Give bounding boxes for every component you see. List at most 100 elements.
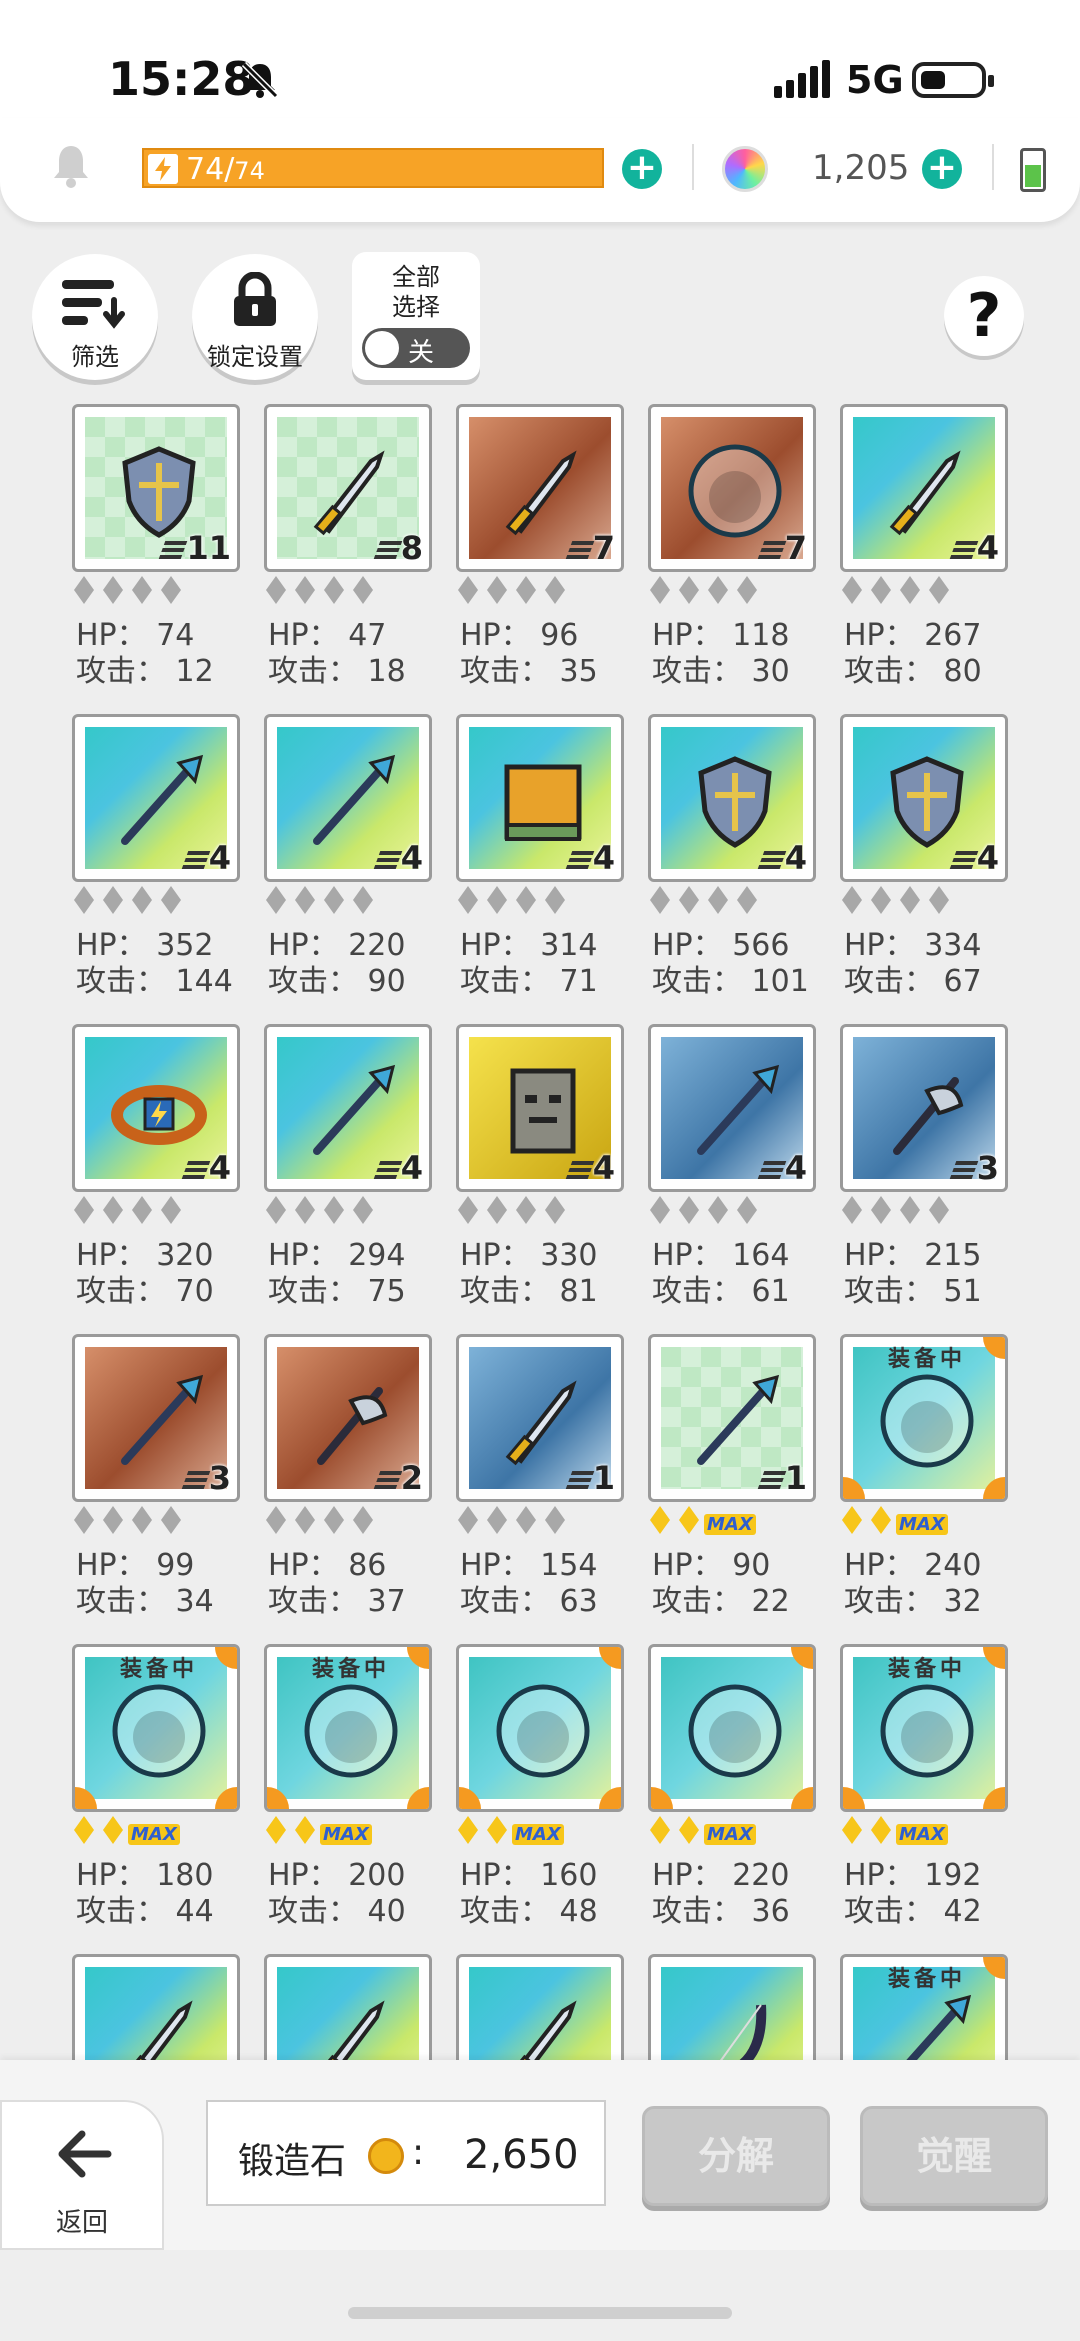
star-icon	[842, 886, 862, 914]
item-card[interactable]: 装备中 MAX HP： 240 攻击： 32	[840, 1334, 1020, 1624]
item-tile[interactable]	[648, 1644, 816, 1812]
star-icon	[132, 886, 152, 914]
item-card[interactable]: 2 HP： 86 攻击： 37	[264, 1334, 444, 1624]
item-card[interactable]: 7 HP： 96 攻击： 35	[456, 404, 636, 694]
filter-button[interactable]: 筛选	[32, 254, 158, 380]
item-tile[interactable]: 7	[456, 404, 624, 572]
back-button[interactable]: 返回	[0, 2100, 164, 2250]
item-tile[interactable]: 3	[72, 1334, 240, 1502]
item-card[interactable]	[648, 1954, 828, 2122]
item-tile[interactable]	[456, 1644, 624, 1812]
star-icon	[679, 1506, 699, 1534]
star-icon	[103, 576, 123, 604]
notification-bell-icon[interactable]	[50, 142, 92, 190]
item-card[interactable]: 装备中	[840, 1954, 1020, 2122]
belt-icon	[111, 1085, 207, 1145]
star-icon	[487, 1196, 507, 1224]
item-card[interactable]: 4 HP： 334 攻击： 67	[840, 714, 1020, 1004]
item-card[interactable]: 4 HP： 320 攻击： 70	[72, 1024, 252, 1314]
item-card[interactable]: 4 HP： 267 攻击： 80	[840, 404, 1020, 694]
star-icon	[516, 1506, 536, 1534]
add-gems-button[interactable]: +	[922, 149, 962, 189]
item-card[interactable]: 4 HP： 330 攻击： 81	[456, 1024, 636, 1314]
item-card[interactable]: 4 HP： 220 攻击： 90	[264, 714, 444, 1004]
star-icon	[324, 1196, 344, 1224]
rarity-stars	[650, 576, 766, 610]
forge-stone-label: 锻造石	[238, 2141, 347, 2182]
add-energy-button[interactable]: +	[622, 149, 662, 189]
item-tile[interactable]: 4	[456, 714, 624, 882]
item-tile[interactable]: 4	[72, 1024, 240, 1192]
star-icon	[132, 1506, 152, 1534]
forge-stone-counter: 锻造石 : 2,650	[206, 2100, 606, 2206]
star-icon	[353, 886, 373, 914]
item-card[interactable]: 8 HP： 47 攻击： 18	[264, 404, 444, 694]
item-tile[interactable]: 11	[72, 404, 240, 572]
home-indicator[interactable]	[348, 2307, 732, 2319]
item-tile[interactable]: 4	[72, 714, 240, 882]
gem-icon	[722, 146, 768, 192]
item-tile[interactable]: 7	[648, 404, 816, 572]
star-icon	[842, 1506, 862, 1534]
star-icon	[650, 1196, 670, 1224]
rarity-stars	[266, 886, 382, 920]
rarity-stars	[266, 576, 382, 610]
item-count: 4	[373, 839, 423, 877]
star-icon	[900, 576, 920, 604]
item-card[interactable]: 装备中 MAX HP： 180 攻击： 44	[72, 1644, 252, 1934]
item-tile[interactable]: 装备中	[840, 1644, 1008, 1812]
item-card[interactable]	[72, 1954, 252, 2122]
item-card[interactable]: 11 HP： 74 攻击： 12	[72, 404, 252, 694]
help-button[interactable]: ?	[944, 276, 1024, 356]
decompose-button[interactable]: 分解	[642, 2106, 830, 2206]
desert-orb-icon	[112, 1684, 206, 1778]
item-tile[interactable]: 4	[264, 714, 432, 882]
item-tile[interactable]: 4	[840, 404, 1008, 572]
forge-stone-value: 2,650	[464, 2132, 579, 2178]
item-card[interactable]	[456, 1954, 636, 2122]
item-card[interactable]: 4 HP： 566 攻击： 101	[648, 714, 828, 1004]
star-icon	[74, 576, 94, 604]
star-icon	[545, 886, 565, 914]
item-card[interactable]: 4 HP： 164 攻击： 61	[648, 1024, 828, 1314]
lock-settings-label: 锁定设置	[207, 343, 303, 371]
item-card[interactable]: 4 HP： 314 攻击： 71	[456, 714, 636, 1004]
rarity-stars	[266, 1196, 382, 1230]
item-tile[interactable]: 装备中	[840, 1334, 1008, 1502]
item-tile[interactable]: 1	[648, 1334, 816, 1502]
item-card[interactable]: 4 HP： 352 攻击： 144	[72, 714, 252, 1004]
item-tile[interactable]: 4	[648, 714, 816, 882]
spear-icon	[313, 754, 396, 845]
axe-icon	[317, 1387, 388, 1465]
item-tile[interactable]: 4	[648, 1024, 816, 1192]
star-icon	[161, 1196, 181, 1224]
item-tile[interactable]: 装备中	[72, 1644, 240, 1812]
item-count: 11	[159, 529, 231, 567]
item-card[interactable]: MAX HP： 220 攻击： 36	[648, 1644, 828, 1934]
item-card[interactable]: MAX HP： 160 攻击： 48	[456, 1644, 636, 1934]
item-tile[interactable]: 装备中	[264, 1644, 432, 1812]
item-card[interactable]: 1 HP： 154 攻击： 63	[456, 1334, 636, 1624]
item-card[interactable]: 7 HP： 118 攻击： 30	[648, 404, 828, 694]
item-card[interactable]: 装备中 MAX HP： 192 攻击： 42	[840, 1644, 1020, 1934]
item-card[interactable]: 3 HP： 99 攻击： 34	[72, 1334, 252, 1624]
star-icon	[842, 576, 862, 604]
item-tile[interactable]: 2	[264, 1334, 432, 1502]
item-count: 3	[949, 1149, 999, 1187]
item-card[interactable]: 4 HP： 294 攻击： 75	[264, 1024, 444, 1314]
item-tile[interactable]: 8	[264, 404, 432, 572]
awaken-button[interactable]: 觉醒	[860, 2106, 1048, 2206]
item-card[interactable]: 1 MAX HP： 90 攻击： 22	[648, 1334, 828, 1624]
item-card[interactable]: 3 HP： 215 攻击： 51	[840, 1024, 1020, 1314]
item-tile[interactable]: 3	[840, 1024, 1008, 1192]
select-all-toggle[interactable]: 关	[362, 328, 470, 368]
lock-settings-button[interactable]: 锁定设置	[192, 254, 318, 380]
item-card[interactable]: 装备中 MAX HP： 200 攻击： 40	[264, 1644, 444, 1934]
star-icon	[708, 886, 728, 914]
item-tile[interactable]: 4	[456, 1024, 624, 1192]
item-count: 1	[757, 1459, 807, 1497]
item-tile[interactable]: 1	[456, 1334, 624, 1502]
item-card[interactable]	[264, 1954, 444, 2122]
item-tile[interactable]: 4	[840, 714, 1008, 882]
item-tile[interactable]: 4	[264, 1024, 432, 1192]
